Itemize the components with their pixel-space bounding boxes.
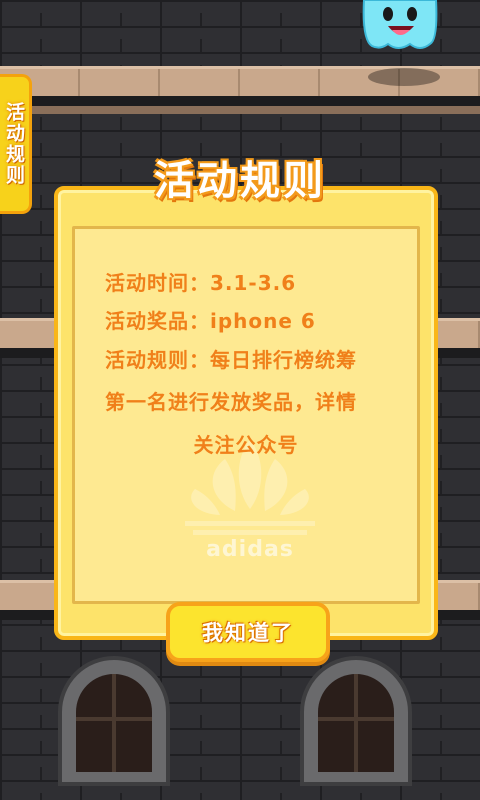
rules-dialog-content: adidas 活动时间：3.1-3.6 活动奖品：iphone 6 活动规则：每… xyxy=(72,226,420,604)
ghost-shadow xyxy=(368,68,440,86)
rule-line-rules: 活动规则：每日排行榜统筹 xyxy=(105,348,357,372)
rule-line-detail: 第一名进行发放奖品，详情 xyxy=(105,390,357,414)
rules-dialog: adidas 活动时间：3.1-3.6 活动奖品：iphone 6 活动规则：每… xyxy=(54,186,438,640)
rule-line-follow: 关注公众号 xyxy=(193,433,299,457)
window-arch-icon xyxy=(300,656,412,786)
ledge-shadow xyxy=(0,106,480,114)
rule-line-time: 活动时间：3.1-3.6 xyxy=(105,271,297,295)
dialog-title: 活动规则 xyxy=(154,158,326,204)
ghost-character-icon[interactable] xyxy=(358,0,442,52)
window-pane xyxy=(76,674,152,772)
confirm-button[interactable]: 我知道了 xyxy=(166,602,330,662)
window-pane xyxy=(318,674,394,772)
rule-line-prize: 活动奖品：iphone 6 xyxy=(105,309,316,333)
confirm-button-label: 我知道了 xyxy=(202,621,294,645)
watermark-text: adidas xyxy=(206,537,294,562)
window-arch-icon xyxy=(58,656,170,786)
